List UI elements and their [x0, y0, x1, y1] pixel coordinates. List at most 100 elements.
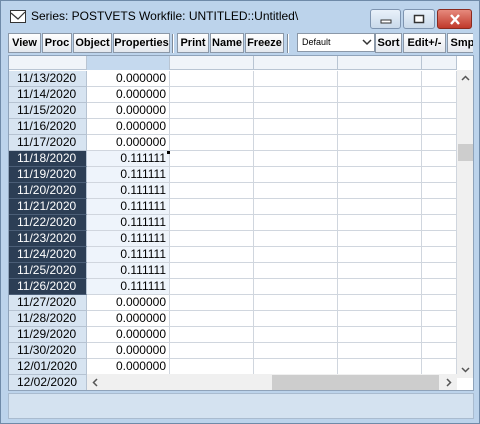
empty-cell[interactable] — [254, 183, 338, 199]
empty-cell[interactable] — [422, 183, 457, 199]
table-row[interactable]: 11/30/2020 0.000000 — [9, 343, 457, 359]
empty-cell[interactable] — [254, 199, 338, 215]
empty-cell[interactable] — [170, 151, 254, 167]
row-date-label[interactable]: 11/19/2020 — [9, 167, 87, 183]
series-value-cell[interactable]: 0.111111 — [87, 263, 170, 279]
empty-cell[interactable] — [254, 359, 338, 375]
empty-cell[interactable] — [338, 167, 422, 183]
minimize-button[interactable] — [370, 9, 401, 29]
column-header-empty[interactable] — [254, 56, 338, 70]
empty-cell[interactable] — [254, 247, 338, 263]
properties-button[interactable]: Properties — [113, 33, 170, 53]
empty-cell[interactable] — [422, 359, 457, 375]
empty-cell[interactable] — [254, 151, 338, 167]
empty-cell[interactable] — [338, 135, 422, 151]
row-date-label[interactable]: 11/23/2020 — [9, 231, 87, 247]
empty-cell[interactable] — [254, 295, 338, 311]
empty-cell[interactable] — [338, 87, 422, 103]
empty-cell[interactable] — [338, 343, 422, 359]
table-row[interactable]: 11/15/2020 0.000000 — [9, 103, 457, 119]
series-value-cell[interactable]: 0.000000 — [87, 103, 170, 119]
vertical-scroll-thumb[interactable] — [458, 144, 473, 161]
empty-cell[interactable] — [170, 87, 254, 103]
empty-cell[interactable] — [422, 263, 457, 279]
series-value-cell[interactable]: 0.111111 — [87, 183, 170, 199]
scroll-down-icon[interactable] — [457, 361, 474, 378]
series-value-cell[interactable]: 0.111111 — [87, 151, 170, 167]
row-date-label[interactable]: 11/13/2020 — [9, 71, 87, 87]
empty-cell[interactable] — [170, 199, 254, 215]
empty-cell[interactable] — [254, 103, 338, 119]
horizontal-scroll-thumb[interactable] — [272, 375, 439, 390]
empty-cell[interactable] — [254, 311, 338, 327]
empty-cell[interactable] — [338, 263, 422, 279]
spreadsheet-grid[interactable]: 11/13/2020 0.000000 11/14/2020 0.000000 11/1… — [8, 55, 474, 391]
row-date-label[interactable]: 11/16/2020 — [9, 119, 87, 135]
empty-cell[interactable] — [422, 247, 457, 263]
row-date-label[interactable]: 11/30/2020 — [9, 343, 87, 359]
scroll-right-icon[interactable] — [440, 374, 457, 391]
table-row[interactable]: 11/26/2020 0.111111 — [9, 279, 457, 295]
row-date-label[interactable]: 11/20/2020 — [9, 183, 87, 199]
table-row[interactable]: 11/27/2020 0.000000 — [9, 295, 457, 311]
row-date-label[interactable]: 11/22/2020 — [9, 215, 87, 231]
empty-cell[interactable] — [422, 311, 457, 327]
empty-cell[interactable] — [254, 279, 338, 295]
row-date-label[interactable]: 11/24/2020 — [9, 247, 87, 263]
empty-cell[interactable] — [254, 135, 338, 151]
empty-cell[interactable] — [338, 295, 422, 311]
series-value-cell[interactable]: 0.111111 — [87, 247, 170, 263]
table-row[interactable]: 11/28/2020 0.000000 — [9, 311, 457, 327]
row-date-label[interactable]: 12/02/2020 — [9, 375, 87, 390]
empty-cell[interactable] — [170, 183, 254, 199]
empty-cell[interactable] — [338, 103, 422, 119]
series-value-cell[interactable]: 0.000000 — [87, 327, 170, 343]
empty-cell[interactable] — [170, 71, 254, 87]
empty-cell[interactable] — [170, 215, 254, 231]
series-value-cell[interactable]: 0.000000 — [87, 87, 170, 103]
row-date-label[interactable]: 11/28/2020 — [9, 311, 87, 327]
column-header-series[interactable] — [87, 56, 170, 70]
empty-cell[interactable] — [338, 311, 422, 327]
row-date-label[interactable]: 11/14/2020 — [9, 87, 87, 103]
series-value-cell[interactable]: 0.111111 — [87, 215, 170, 231]
empty-cell[interactable] — [254, 263, 338, 279]
empty-cell[interactable] — [422, 215, 457, 231]
empty-cell[interactable] — [170, 343, 254, 359]
table-row[interactable]: 11/25/2020 0.111111 — [9, 263, 457, 279]
column-header-empty[interactable] — [170, 56, 254, 70]
empty-cell[interactable] — [170, 231, 254, 247]
empty-cell[interactable] — [422, 343, 457, 359]
empty-cell[interactable] — [170, 103, 254, 119]
empty-cell[interactable] — [338, 327, 422, 343]
empty-cell[interactable] — [422, 87, 457, 103]
row-date-label[interactable]: 11/21/2020 — [9, 199, 87, 215]
series-value-cell[interactable]: 0.000000 — [87, 343, 170, 359]
row-date-label[interactable]: 11/25/2020 — [9, 263, 87, 279]
table-row[interactable]: 11/20/2020 0.111111 — [9, 183, 457, 199]
empty-cell[interactable] — [422, 327, 457, 343]
empty-cell[interactable] — [170, 135, 254, 151]
empty-cell[interactable] — [338, 247, 422, 263]
series-value-cell[interactable]: 0.111111 — [87, 231, 170, 247]
table-row[interactable]: 11/23/2020 0.111111 — [9, 231, 457, 247]
empty-cell[interactable] — [422, 199, 457, 215]
empty-cell[interactable] — [422, 135, 457, 151]
column-header-empty[interactable] — [338, 56, 422, 70]
series-value-cell[interactable]: 0.000000 — [87, 135, 170, 151]
empty-cell[interactable] — [170, 359, 254, 375]
freeze-button[interactable]: Freeze — [245, 33, 284, 53]
table-row[interactable]: 11/17/2020 0.000000 — [9, 135, 457, 151]
empty-cell[interactable] — [254, 231, 338, 247]
empty-cell[interactable] — [170, 279, 254, 295]
row-date-label[interactable]: 11/17/2020 — [9, 135, 87, 151]
object-button[interactable]: Object — [73, 33, 112, 53]
fill-handle[interactable] — [167, 151, 170, 154]
vertical-scrollbar[interactable] — [457, 70, 474, 378]
empty-cell[interactable] — [254, 343, 338, 359]
title-bar[interactable]: Series: POSTVETS Workfile: UNTITLED::Unt… — [1, 1, 479, 31]
empty-cell[interactable] — [422, 167, 457, 183]
table-row[interactable]: 11/18/2020 0.111111 — [9, 151, 457, 167]
empty-cell[interactable] — [170, 327, 254, 343]
column-header-empty[interactable] — [422, 56, 457, 70]
